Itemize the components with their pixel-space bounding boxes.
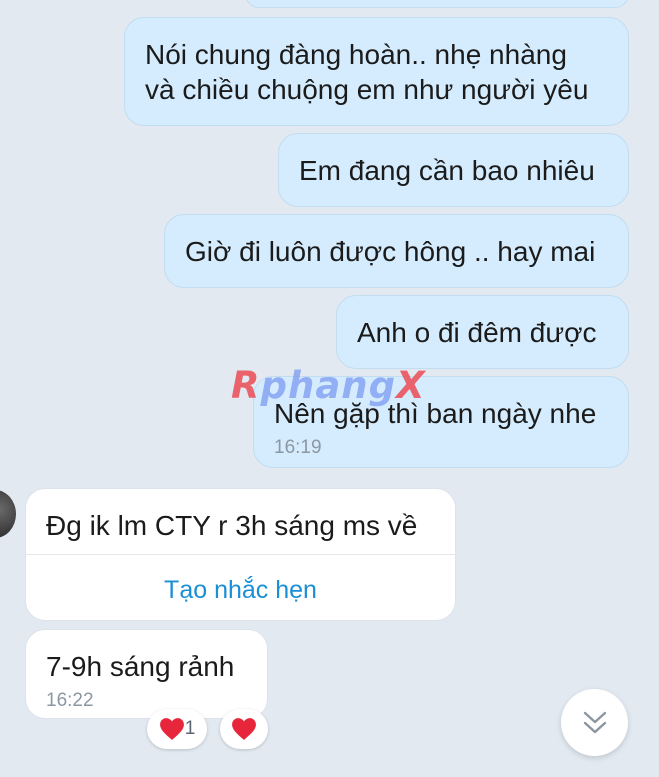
message-bubble-sent[interactable]: Giờ đi luôn được hông .. hay mai (164, 214, 629, 288)
message-text: Em đang cần bao nhiêu (299, 155, 595, 186)
message-text: Nên gặp thì ban ngày nhe (274, 398, 597, 429)
avatar[interactable] (0, 490, 16, 538)
reaction-badge[interactable]: 1 (147, 709, 207, 749)
message-bubble-sent[interactable]: Nói chung đàng hoàn.. nhẹ nhàng và chiều… (124, 17, 629, 126)
heart-icon (159, 718, 184, 740)
create-reminder-button[interactable]: Tạo nhắc hẹn (26, 574, 455, 606)
heart-icon (232, 718, 256, 740)
message-timestamp: 16:22 (46, 690, 94, 711)
previous-message-bubble (245, 0, 629, 8)
message-text: 7-9h sáng rảnh (46, 651, 235, 682)
message-bubble-received[interactable]: 7-9h sáng rảnh 16:22 (25, 629, 268, 719)
scroll-to-bottom-button[interactable] (561, 689, 628, 756)
reaction-count: 1 (184, 718, 196, 739)
divider (26, 554, 455, 555)
message-text: Nói chung đàng hoàn.. nhẹ nhàng và chiều… (145, 39, 589, 105)
message-bubble-sent[interactable]: Em đang cần bao nhiêu (278, 133, 629, 207)
message-bubble-received[interactable]: Đg ik lm CTY r 3h sáng ms về Tạo nhắc hẹ… (25, 488, 456, 621)
message-text: Giờ đi luôn được hông .. hay mai (185, 236, 596, 267)
message-bubble-sent[interactable]: Nên gặp thì ban ngày nhe 16:19 (253, 376, 629, 468)
message-timestamp: 16:19 (274, 437, 322, 458)
message-text: Anh o đi đêm được (357, 317, 597, 348)
message-bubble-sent[interactable]: Anh o đi đêm được (336, 295, 629, 369)
message-text: Đg ik lm CTY r 3h sáng ms về (46, 510, 418, 541)
chevron-double-down-icon (583, 711, 606, 733)
add-reaction-button[interactable] (220, 709, 268, 749)
